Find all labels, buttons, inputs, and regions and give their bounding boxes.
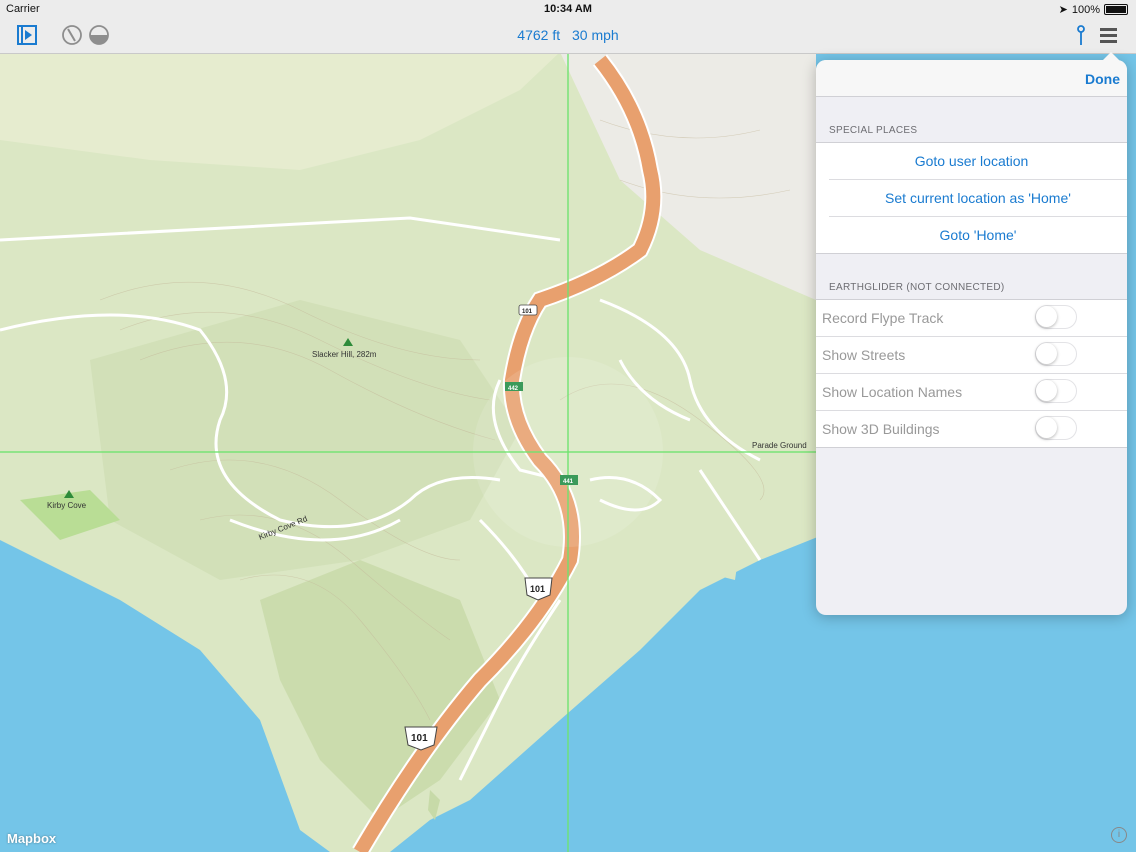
show-streets-label: Show Streets <box>822 347 906 363</box>
svg-text:101: 101 <box>530 584 545 594</box>
location-arrow-icon: ➤ <box>1058 4 1068 16</box>
info-icon[interactable]: i <box>1111 827 1127 843</box>
pin-icon <box>1077 25 1085 45</box>
popover-arrow <box>1102 52 1120 61</box>
show-location-names-label: Show Location Names <box>822 384 963 400</box>
shield-442-icon: 442 <box>505 382 523 392</box>
show-3d-buildings-switch[interactable] <box>1035 416 1077 440</box>
flight-readout: 4762 ft 30 mph <box>0 27 1136 43</box>
show-streets-row: Show Streets <box>816 336 1127 373</box>
show-location-names-switch[interactable] <box>1035 379 1077 403</box>
svg-text:441: 441 <box>563 479 574 485</box>
set-home-button[interactable]: Set current location as 'Home' <box>829 179 1127 216</box>
switch-knob <box>1036 417 1057 438</box>
clock: 10:34 AM <box>544 3 592 15</box>
label-slacker-hill: Slacker Hill, 282m <box>312 350 377 359</box>
settings-popover: Done SPECIAL PLACES Goto user location S… <box>816 60 1127 615</box>
label-kirby-cove: Kirby Cove <box>47 501 87 510</box>
switch-knob <box>1036 306 1057 327</box>
pin-button[interactable] <box>1070 24 1092 46</box>
record-flype-track-label: Record Flype Track <box>822 310 944 326</box>
mapbox-logo[interactable]: Mapbox <box>7 831 56 846</box>
altitude-value: 4762 ft <box>517 27 561 43</box>
section-title-earthglider: EARTHGLIDER (NOT CONNECTED) <box>829 282 1005 293</box>
toolbar: 4762 ft 30 mph <box>0 18 1136 54</box>
earthglider-group: Record Flype Track Show Streets Show Loc… <box>816 299 1127 448</box>
switch-knob <box>1036 343 1057 364</box>
done-button[interactable]: Done <box>1085 71 1120 87</box>
menu-button[interactable] <box>1098 24 1120 46</box>
switch-knob <box>1036 380 1057 401</box>
status-bar: Carrier 10:34 AM ➤ 100% <box>0 0 1136 18</box>
svg-text:442: 442 <box>508 386 519 392</box>
record-flype-track-row: Record Flype Track <box>816 300 1127 336</box>
shield-441-icon: 441 <box>560 475 578 485</box>
label-parade-ground: Parade Ground <box>752 441 807 450</box>
section-title-special-places: SPECIAL PLACES <box>829 125 918 136</box>
popover-header: Done <box>816 60 1127 97</box>
show-location-names-row: Show Location Names <box>816 373 1127 410</box>
shield-101-icon: 101 <box>518 304 538 316</box>
show-3d-buildings-row: Show 3D Buildings <box>816 410 1127 447</box>
goto-user-location-button[interactable]: Goto user location <box>816 143 1127 179</box>
record-flype-track-switch[interactable] <box>1035 305 1077 329</box>
special-places-group: Goto user location Set current location … <box>816 142 1127 254</box>
battery-icon <box>1104 4 1128 15</box>
svg-text:101: 101 <box>522 309 533 315</box>
svg-text:101: 101 <box>411 733 428 744</box>
goto-home-button[interactable]: Goto 'Home' <box>829 216 1127 253</box>
battery-percent: 100% <box>1071 3 1100 16</box>
speed-value: 30 mph <box>572 27 619 43</box>
show-3d-buildings-label: Show 3D Buildings <box>822 421 940 437</box>
battery-indicator: ➤ 100% <box>1059 3 1128 16</box>
hamburger-menu-icon <box>1100 28 1117 43</box>
show-streets-switch[interactable] <box>1035 342 1077 366</box>
